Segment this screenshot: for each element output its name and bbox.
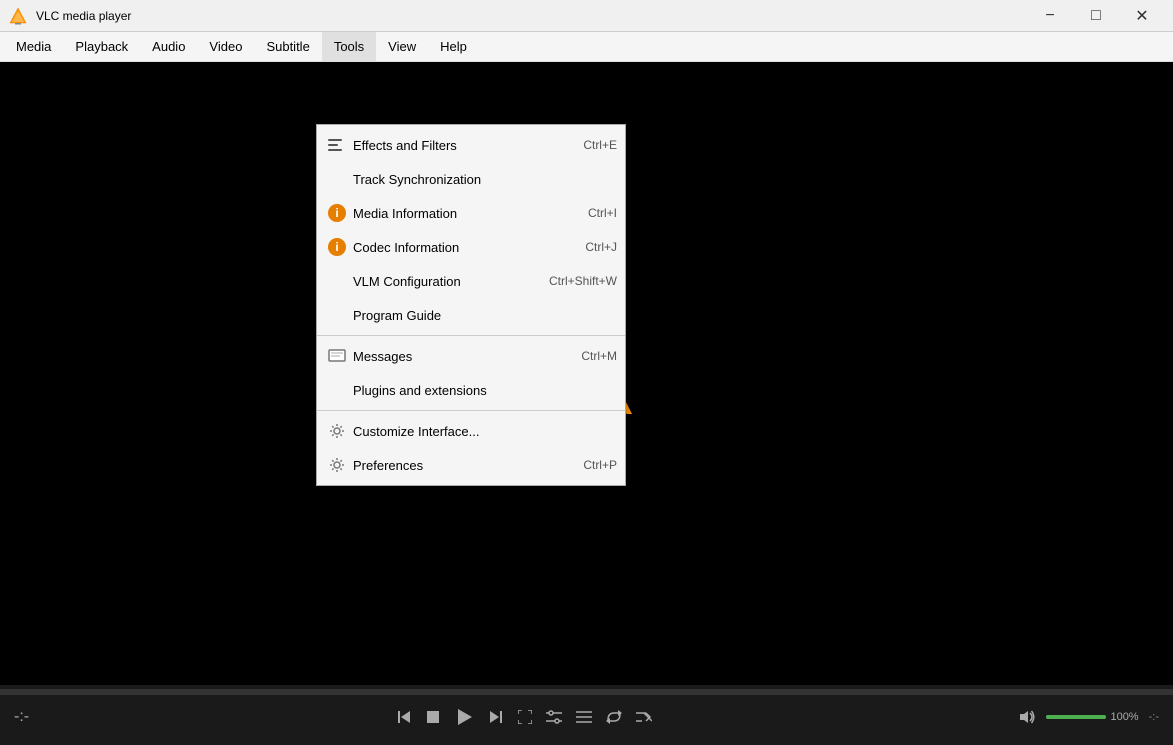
window-controls: − □ ✕ [1027, 0, 1165, 32]
next-button[interactable] [482, 705, 510, 729]
menu-video[interactable]: Video [197, 32, 254, 61]
volume-percentage: 100% [1110, 711, 1138, 723]
previous-button[interactable] [390, 705, 418, 729]
playlist-button[interactable] [570, 706, 598, 728]
menu-codec-info[interactable]: i Codec Information Ctrl+J [317, 230, 625, 264]
menu-preferences[interactable]: Preferences Ctrl+P [317, 448, 625, 482]
plugins-label: Plugins and extensions [353, 383, 601, 398]
preferences-shortcut: Ctrl+P [583, 458, 617, 472]
menu-playback[interactable]: Playback [63, 32, 140, 61]
menu-subtitle[interactable]: Subtitle [254, 32, 321, 61]
menu-help[interactable]: Help [428, 32, 479, 61]
menu-media-info[interactable]: i Media Information Ctrl+I [317, 196, 625, 230]
vlm-config-icon [325, 269, 349, 293]
effects-filters-shortcut: Ctrl+E [583, 138, 617, 152]
volume-icon[interactable] [1012, 705, 1042, 729]
controls-center [390, 703, 658, 731]
controls-row: -:- [0, 697, 1173, 737]
volume-fill [1046, 715, 1106, 719]
track-sync-label: Track Synchronization [353, 172, 601, 187]
video-area: Effects and Filters Ctrl+E Track Synchro… [0, 62, 1173, 685]
media-info-icon: i [325, 201, 349, 225]
effects-filters-label: Effects and Filters [353, 138, 567, 153]
customize-label: Customize Interface... [353, 424, 601, 439]
menu-customize[interactable]: Customize Interface... [317, 414, 625, 448]
menu-view[interactable]: View [376, 32, 428, 61]
window-title: VLC media player [36, 9, 1027, 23]
tools-dropdown-menu: Effects and Filters Ctrl+E Track Synchro… [316, 124, 626, 486]
maximize-button[interactable]: □ [1073, 0, 1119, 32]
menu-audio[interactable]: Audio [140, 32, 197, 61]
messages-shortcut: Ctrl+M [581, 349, 617, 363]
titlebar: VLC media player − □ ✕ [0, 0, 1173, 32]
controls-left: -:- [8, 704, 35, 730]
menu-effects-filters[interactable]: Effects and Filters Ctrl+E [317, 128, 625, 162]
codec-info-icon: i [325, 235, 349, 259]
volume-slider[interactable] [1046, 715, 1106, 719]
customize-icon [325, 419, 349, 443]
menu-vlm-config[interactable]: VLM Configuration Ctrl+Shift+W [317, 264, 625, 298]
program-guide-label: Program Guide [353, 308, 601, 323]
messages-icon [325, 344, 349, 368]
menu-program-guide[interactable]: Program Guide [317, 298, 625, 332]
fullscreen-button[interactable] [512, 706, 538, 728]
menu-media[interactable]: Media [4, 32, 63, 61]
plugins-icon [325, 378, 349, 402]
loop-button[interactable] [600, 706, 628, 728]
minimize-button[interactable]: − [1027, 0, 1073, 32]
menu-messages[interactable]: Messages Ctrl+M [317, 339, 625, 373]
menu-track-sync[interactable]: Track Synchronization [317, 162, 625, 196]
program-guide-icon [325, 303, 349, 327]
menubar: Media Playback Audio Video Subtitle Tool… [0, 32, 1173, 62]
close-button[interactable]: ✕ [1119, 0, 1165, 32]
play-button[interactable] [448, 703, 480, 731]
preferences-label: Preferences [353, 458, 567, 473]
time-remaining: -:- [1143, 707, 1165, 727]
seek-bar[interactable] [0, 689, 1173, 695]
control-bar: -:- [0, 685, 1173, 745]
sliders-icon [325, 133, 349, 157]
stop-button[interactable] [420, 706, 446, 728]
media-info-label: Media Information [353, 206, 572, 221]
menu-tools[interactable]: Tools [322, 32, 376, 61]
track-sync-icon [325, 167, 349, 191]
media-info-shortcut: Ctrl+I [588, 206, 617, 220]
volume-area: 100% [1012, 705, 1138, 729]
app-icon [8, 6, 28, 26]
codec-info-label: Codec Information [353, 240, 569, 255]
extended-settings-button[interactable] [540, 706, 568, 728]
messages-label: Messages [353, 349, 565, 364]
vlm-config-label: VLM Configuration [353, 274, 533, 289]
controls-right: 100% -:- [1012, 705, 1165, 729]
time-elapsed: -:- [8, 704, 35, 730]
shuffle-button[interactable] [630, 706, 658, 728]
menu-plugins[interactable]: Plugins and extensions [317, 373, 625, 407]
codec-info-shortcut: Ctrl+J [585, 240, 617, 254]
separator-2 [317, 410, 625, 411]
separator-1 [317, 335, 625, 336]
preferences-icon [325, 453, 349, 477]
vlm-config-shortcut: Ctrl+Shift+W [549, 274, 617, 288]
